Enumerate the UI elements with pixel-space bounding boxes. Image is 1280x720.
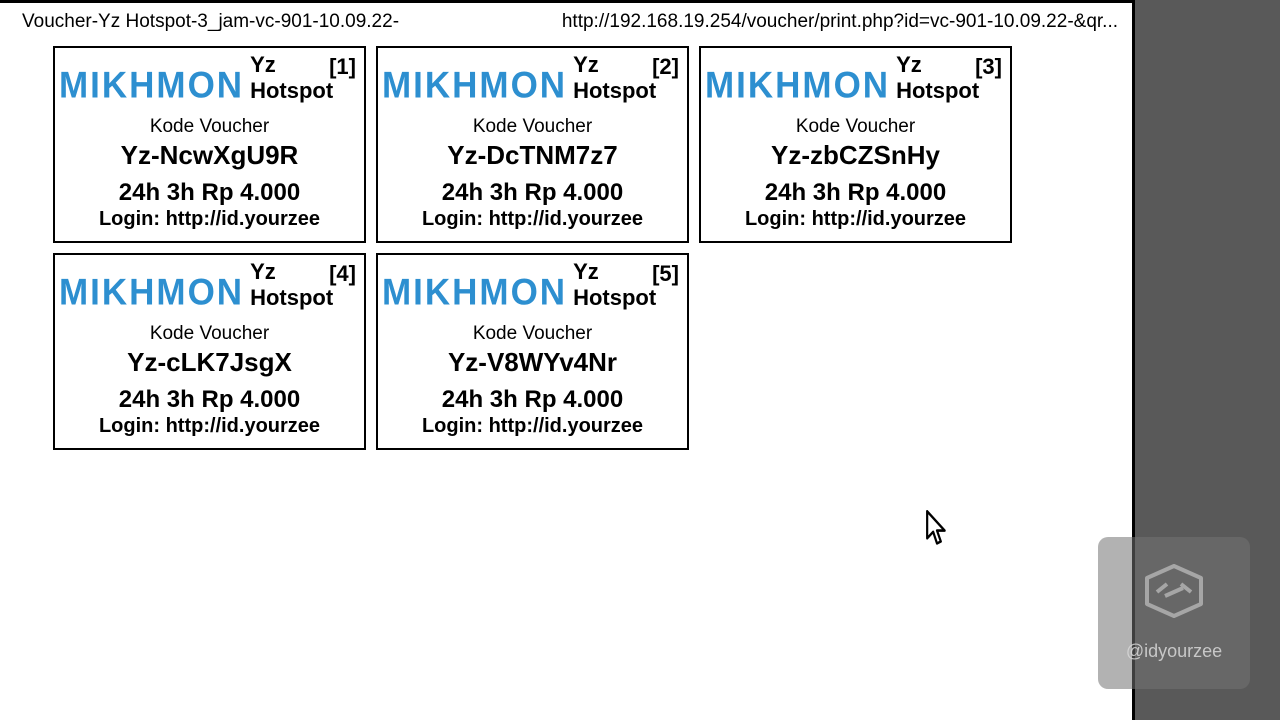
- login-line: Login: http://id.yourzee: [55, 208, 364, 231]
- voucher-card: [3] MIKHMON Yz Hotspot Kode Voucher Yz-z…: [699, 46, 1012, 243]
- login-line: Login: http://id.yourzee: [701, 208, 1010, 231]
- voucher-card: [2] MIKHMON Yz Hotspot Kode Voucher Yz-D…: [376, 46, 689, 243]
- voucher-index: [2]: [652, 54, 679, 80]
- brand-logo: MIKHMON: [382, 65, 573, 107]
- page-title: Voucher-Yz Hotspot-3_jam-vc-901-10.09.22…: [22, 11, 399, 33]
- voucher-code: Yz-cLK7JsgX: [55, 347, 364, 378]
- voucher-code: Yz-NcwXgU9R: [55, 140, 364, 171]
- brand-logo: MIKHMON: [59, 65, 250, 107]
- voucher-code: Yz-DcTNM7z7: [378, 140, 687, 171]
- code-label: Kode Voucher: [701, 116, 1010, 138]
- code-label: Kode Voucher: [378, 323, 687, 345]
- voucher-index: [4]: [329, 261, 356, 287]
- price-line: 24h 3h Rp 4.000: [701, 179, 1010, 207]
- login-line: Login: http://id.yourzee: [378, 208, 687, 231]
- page-url: http://192.168.19.254/voucher/print.php?…: [562, 11, 1118, 33]
- voucher-card: [5] MIKHMON Yz Hotspot Kode Voucher Yz-V…: [376, 253, 689, 450]
- voucher-card: [1] MIKHMON Yz Hotspot Kode Voucher Yz-N…: [53, 46, 366, 243]
- page-header: Voucher-Yz Hotspot-3_jam-vc-901-10.09.22…: [0, 3, 1132, 37]
- watermark-badge: @idyourzee: [1098, 537, 1250, 689]
- code-label: Kode Voucher: [55, 323, 364, 345]
- watermark-icon: [1139, 564, 1209, 631]
- price-line: 24h 3h Rp 4.000: [55, 179, 364, 207]
- price-line: 24h 3h Rp 4.000: [378, 386, 687, 414]
- brand-logo: MIKHMON: [382, 272, 573, 314]
- voucher-index: [5]: [652, 261, 679, 287]
- price-line: 24h 3h Rp 4.000: [378, 179, 687, 207]
- code-label: Kode Voucher: [378, 116, 687, 138]
- voucher-index: [3]: [975, 54, 1002, 80]
- voucher-index: [1]: [329, 54, 356, 80]
- voucher-code: Yz-V8WYv4Nr: [378, 347, 687, 378]
- login-line: Login: http://id.yourzee: [55, 415, 364, 438]
- watermark-handle: @idyourzee: [1126, 641, 1222, 662]
- brand-logo: MIKHMON: [705, 65, 896, 107]
- print-page: Voucher-Yz Hotspot-3_jam-vc-901-10.09.22…: [0, 0, 1135, 720]
- code-label: Kode Voucher: [55, 116, 364, 138]
- login-line: Login: http://id.yourzee: [378, 415, 687, 438]
- cursor-icon: [926, 510, 948, 553]
- voucher-card: [4] MIKHMON Yz Hotspot Kode Voucher Yz-c…: [53, 253, 366, 450]
- brand-logo: MIKHMON: [59, 272, 250, 314]
- price-line: 24h 3h Rp 4.000: [55, 386, 364, 414]
- voucher-grid: [1] MIKHMON Yz Hotspot Kode Voucher Yz-N…: [0, 37, 1132, 455]
- voucher-code: Yz-zbCZSnHy: [701, 140, 1010, 171]
